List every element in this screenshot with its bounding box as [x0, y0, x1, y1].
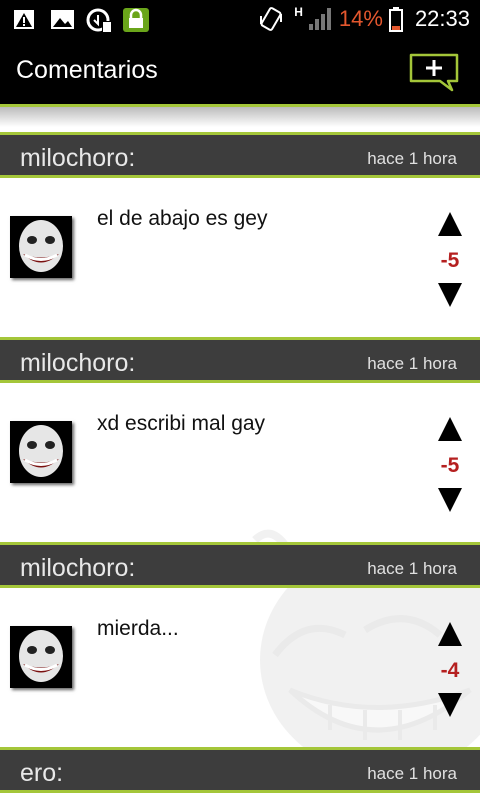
comment-author[interactable]: ero: — [20, 759, 63, 788]
lock-icon — [123, 8, 149, 32]
signal-icon — [308, 8, 331, 30]
battery-percent: 14% — [338, 6, 383, 31]
vote-up-icon[interactable] — [438, 622, 462, 646]
status-bar: H 14% 22:33 — [0, 0, 480, 38]
comment-body: el de abajo es gey -5 — [0, 178, 480, 337]
comment-header: milochoro: hace 1 hora — [0, 542, 480, 588]
clock: 22:33 — [414, 6, 470, 31]
vote-score: -4 — [440, 659, 460, 682]
avatar[interactable] — [10, 626, 72, 688]
comment-header: milochoro: hace 1 hora — [0, 337, 480, 383]
comment-item: milochoro: hace 1 hora el de abajo es ge… — [0, 132, 480, 337]
comment-header: ero: hace 1 hora — [0, 747, 480, 793]
avatar[interactable] — [10, 216, 72, 278]
comment-author[interactable]: milochoro: — [20, 349, 135, 378]
comment-time: hace 1 hora — [367, 764, 457, 783]
vote-score: -5 — [440, 249, 460, 272]
battery-icon — [388, 7, 403, 32]
comment-item: ero: hace 1 hora — [0, 747, 480, 793]
comment-body: mierda... -4 — [0, 588, 480, 747]
comment-list: milochoro: hace 1 hora el de abajo es ge… — [0, 132, 480, 793]
action-bar-shadow — [0, 107, 480, 127]
comment-text: xd escribi mal gay — [97, 412, 266, 435]
comment-time: hace 1 hora — [367, 559, 457, 578]
comment-text: el de abajo es gey — [97, 207, 268, 230]
vote-down-icon[interactable] — [438, 693, 462, 717]
vote-score: -5 — [440, 454, 460, 477]
add-comment-icon[interactable] — [408, 52, 460, 92]
comment-text: mierda... — [97, 617, 179, 640]
action-bar: Comentarios — [0, 38, 480, 104]
comment-time: hace 1 hora — [367, 149, 457, 168]
comment-item: milochoro: hace 1 hora mierda... -4 — [0, 542, 480, 747]
network-type: H — [294, 5, 303, 19]
comment-item: milochoro: hace 1 hora xd escribi mal ga… — [0, 337, 480, 542]
vibrate-icon — [260, 7, 283, 31]
avatar[interactable] — [10, 421, 72, 483]
vote-up-icon[interactable] — [438, 212, 462, 236]
warning-icon — [14, 10, 34, 29]
comment-author[interactable]: milochoro: — [20, 554, 135, 583]
comment-header: milochoro: hace 1 hora — [0, 132, 480, 178]
comment-author[interactable]: milochoro: — [20, 144, 135, 173]
vote-down-icon[interactable] — [438, 488, 462, 512]
sync-icon — [86, 8, 112, 33]
vote-up-icon[interactable] — [438, 417, 462, 441]
comment-body: xd escribi mal gay -5 — [0, 383, 480, 542]
comment-time: hace 1 hora — [367, 354, 457, 373]
image-icon — [51, 10, 74, 29]
page-title: Comentarios — [16, 56, 158, 84]
vote-down-icon[interactable] — [438, 283, 462, 307]
